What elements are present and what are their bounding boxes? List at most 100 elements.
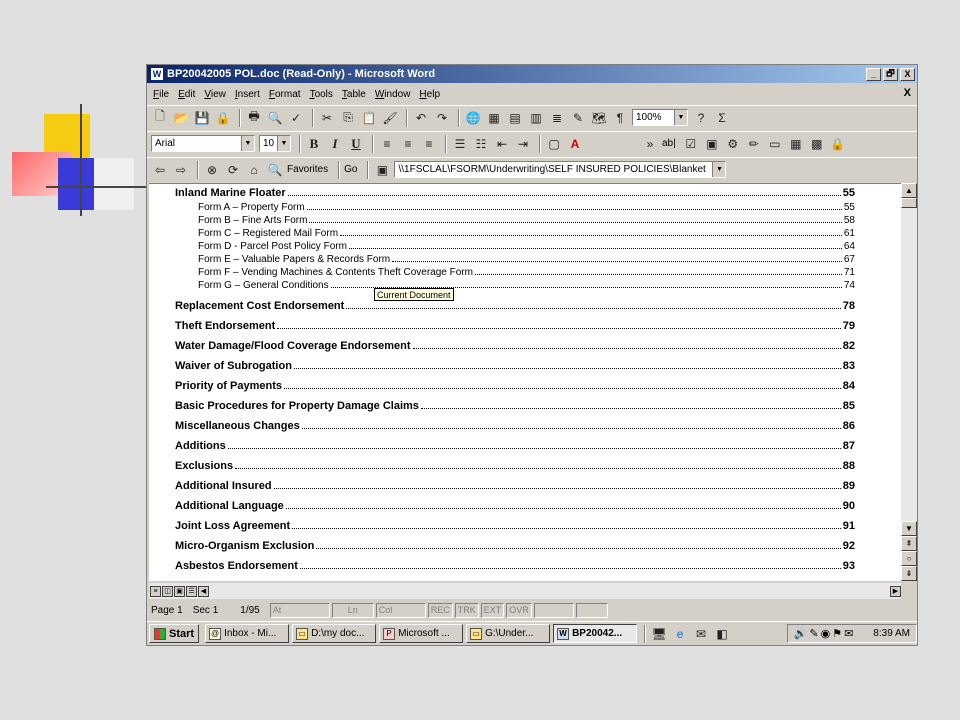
taskbar-button-underwriting[interactable]: ▭ G:\Under...: [466, 624, 551, 643]
toc-entry[interactable]: Inland Marine Floater 55: [175, 187, 855, 201]
toc-entry[interactable]: Additional Insured 89: [175, 480, 855, 494]
quicklaunch-app-icon[interactable]: ◧: [713, 625, 731, 643]
frame-icon[interactable]: ▭: [766, 135, 784, 153]
close-document-button[interactable]: X: [904, 87, 911, 99]
copy-icon[interactable]: ⎘: [339, 109, 357, 127]
search-web-icon[interactable]: 🔍: [266, 161, 284, 179]
menu-table[interactable]: Table: [342, 89, 366, 100]
status-spelling[interactable]: [575, 602, 608, 618]
new-document-icon[interactable]: 🗋: [151, 109, 169, 127]
scroll-up-icon[interactable]: ▲: [901, 183, 917, 198]
status-rec[interactable]: REC: [427, 602, 453, 618]
menu-edit[interactable]: Edit: [178, 89, 195, 100]
quicklaunch-desktop-icon[interactable]: 🖥: [650, 625, 668, 643]
chevron-down-icon[interactable]: ▼: [712, 162, 726, 177]
word-app-icon[interactable]: W: [151, 68, 163, 80]
toc-entry[interactable]: Water Damage/Flood Coverage Endorsement 8…: [175, 340, 855, 354]
toc-entry[interactable]: Form C – Registered Mail Form 61: [198, 227, 855, 241]
shading-icon[interactable]: ▩: [808, 135, 826, 153]
toc-entry[interactable]: Form G – General Conditions 74: [198, 279, 855, 293]
refresh-icon[interactable]: ⟳: [224, 161, 242, 179]
outline-view-icon[interactable]: ☰: [186, 585, 197, 597]
cut-icon[interactable]: ✂: [318, 109, 336, 127]
italic-button[interactable]: I: [326, 135, 344, 153]
bold-button[interactable]: B: [305, 135, 323, 153]
show-hide-icon[interactable]: ¶: [611, 109, 629, 127]
help-icon[interactable]: ?: [692, 109, 710, 127]
close-button[interactable]: X: [900, 67, 915, 81]
lock-icon[interactable]: 🔒: [829, 135, 847, 153]
zoom-combo[interactable]: 100% ▼: [632, 109, 688, 126]
toc-entry[interactable]: Asbestos Endorsement 93: [175, 560, 855, 574]
hyperlink-icon[interactable]: 🌐: [464, 109, 482, 127]
toc-entry[interactable]: Form A – Property Form 55: [198, 201, 855, 215]
pencil-icon[interactable]: ✏: [745, 135, 763, 153]
paste-icon[interactable]: 📋: [360, 109, 378, 127]
toc-entry[interactable]: Form B – Fine Arts Form 58: [198, 214, 855, 228]
chevron-down-icon[interactable]: ▼: [674, 110, 687, 125]
chevron-down-icon[interactable]: ▼: [277, 136, 290, 151]
spelling-icon[interactable]: ✓: [287, 109, 305, 127]
toc-entry[interactable]: Form F – Vending Machines & Contents The…: [198, 266, 855, 280]
go-menu[interactable]: Go: [344, 164, 357, 175]
document-map-icon[interactable]: 🗺: [590, 109, 608, 127]
scroll-left-icon[interactable]: ◀: [198, 585, 209, 597]
title-bar[interactable]: W BP20042005 POL.doc (Read-Only) - Micro…: [147, 65, 917, 83]
numbering-icon[interactable]: ☰: [451, 135, 469, 153]
font-combo[interactable]: Arial ▼: [151, 135, 255, 152]
print-preview-icon[interactable]: 🔍: [266, 109, 284, 127]
scroll-down-icon[interactable]: ▼: [901, 521, 917, 536]
stop-icon[interactable]: ⊗: [203, 161, 221, 179]
checkbox-icon[interactable]: ☑: [682, 135, 700, 153]
toc-entry[interactable]: Joint Loss Agreement 91: [175, 520, 855, 534]
align-right-icon[interactable]: ≡: [420, 135, 438, 153]
print-layout-icon[interactable]: ▣: [174, 585, 185, 597]
quicklaunch-ie-icon[interactable]: e: [671, 625, 689, 643]
status-trk[interactable]: TRK: [454, 602, 479, 618]
decrease-indent-icon[interactable]: ⇤: [493, 135, 511, 153]
scroll-right-icon[interactable]: ▶: [890, 585, 901, 597]
scroll-thumb[interactable]: [901, 198, 917, 208]
text-box-button[interactable]: ab|: [662, 138, 676, 149]
forward-arrow-icon[interactable]: ⇨: [172, 161, 190, 179]
columns-icon[interactable]: ≣: [548, 109, 566, 127]
restore-button[interactable]: 🗗: [883, 67, 898, 81]
menu-window[interactable]: Window: [375, 89, 411, 100]
toc-entry[interactable]: Exclusions 88: [175, 460, 855, 474]
web-layout-icon[interactable]: ◫: [162, 585, 173, 597]
toc-entry[interactable]: Micro-Organism Exclusion 92: [175, 540, 855, 554]
taskbar-button-microsoft[interactable]: P Microsoft ...: [379, 624, 464, 643]
table-grid-icon[interactable]: ▦: [787, 135, 805, 153]
form-field-icon[interactable]: ▣: [703, 135, 721, 153]
toc-entry[interactable]: Form E – Valuable Papers & Records Form 6…: [198, 253, 855, 267]
menu-help[interactable]: Help: [419, 89, 440, 100]
back-arrow-icon[interactable]: ⇦: [151, 161, 169, 179]
drawing-icon[interactable]: ✎: [569, 109, 587, 127]
start-button[interactable]: Start: [149, 624, 200, 643]
minimize-button[interactable]: _: [866, 67, 881, 81]
toc-entry[interactable]: Miscellaneous Changes 86: [175, 420, 855, 434]
toc-entry[interactable]: Replacement Cost Endorsement 78: [175, 300, 855, 314]
redo-icon[interactable]: ↷: [433, 109, 451, 127]
horizontal-scrollbar[interactable]: ≡ ◫ ▣ ☰ ◀ ▶: [149, 583, 901, 599]
next-page-icon[interactable]: ⇟: [901, 566, 917, 581]
borders-icon[interactable]: ▢: [545, 135, 563, 153]
taskbar-button-my-documents[interactable]: ▭ D:\my doc...: [292, 624, 377, 643]
toc-entry[interactable]: Priority of Payments 84: [175, 380, 855, 394]
toc-entry[interactable]: Additions 87: [175, 440, 855, 454]
insert-excel-icon[interactable]: ▥: [527, 109, 545, 127]
menu-insert[interactable]: Insert: [235, 89, 260, 100]
select-browse-object-icon[interactable]: ○: [901, 551, 917, 566]
taskbar-button-word-doc[interactable]: W BP20042...: [553, 624, 638, 643]
toolbar-options-icon[interactable]: »: [641, 135, 659, 153]
bullets-icon[interactable]: ☷: [472, 135, 490, 153]
quicklaunch-outlook-icon[interactable]: ✉: [692, 625, 710, 643]
save-icon[interactable]: 💾: [193, 109, 211, 127]
menu-format[interactable]: Format: [269, 89, 301, 100]
open-folder-icon[interactable]: 📂: [172, 109, 190, 127]
address-combo[interactable]: \\1FSCLAL\FSORM\Underwriting\SELF INSURE…: [394, 161, 727, 178]
toc-entry[interactable]: Form D - Parcel Post Policy Form 64: [198, 240, 855, 254]
insert-table-icon[interactable]: ▤: [506, 109, 524, 127]
align-left-icon[interactable]: ≡: [378, 135, 396, 153]
toc-entry[interactable]: Theft Endorsement 79: [175, 320, 855, 334]
